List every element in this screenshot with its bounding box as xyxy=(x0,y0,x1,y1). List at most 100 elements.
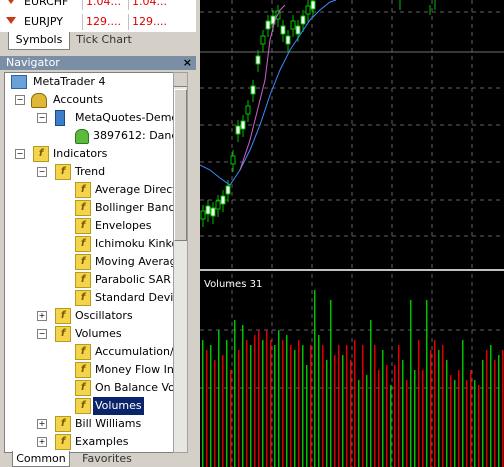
tree-node-label: Indicators xyxy=(53,147,108,160)
volume-bar xyxy=(334,355,336,467)
market-watch-row[interactable]: EURCHF 1.04... 1.04... xyxy=(0,0,196,10)
volume-bar xyxy=(254,335,256,467)
ask-price: 1.04... xyxy=(132,0,167,8)
market-watch-tabs: Symbols Tick Chart xyxy=(0,32,196,51)
scroll-thumb[interactable] xyxy=(174,89,187,241)
volume-bar xyxy=(386,365,388,467)
market-watch-row[interactable]: EURJPY 129.... 129.... xyxy=(0,14,196,30)
price-down-icon xyxy=(6,0,16,4)
candle xyxy=(305,5,311,15)
candle xyxy=(255,55,261,65)
tree-node-label: Oscillators xyxy=(75,309,133,322)
indicator-folder-icon: f xyxy=(55,308,71,324)
indicator-folder-icon: f xyxy=(55,416,71,432)
candles xyxy=(200,0,436,227)
volume-bar xyxy=(274,345,276,467)
volume-bar xyxy=(430,350,432,467)
expand-icon[interactable]: + xyxy=(37,419,47,429)
column-divider xyxy=(82,14,83,30)
tree-node-label: Average Directi xyxy=(95,183,175,196)
volume-bar xyxy=(490,345,492,467)
volume-bar xyxy=(390,385,392,467)
volume-bar xyxy=(434,340,436,467)
tree-node-label: Bill Williams xyxy=(75,417,142,430)
tree-node-label: Volumes xyxy=(75,327,122,340)
volume-bar xyxy=(238,350,240,467)
navigator-tabs: Common Favorites xyxy=(4,451,194,467)
volume-bar xyxy=(226,340,228,467)
volume-bar xyxy=(358,380,360,467)
candle xyxy=(280,25,286,35)
candle xyxy=(295,25,301,35)
scroll-up-icon[interactable] xyxy=(174,73,187,87)
volume-bar xyxy=(362,345,364,467)
volume-bar xyxy=(478,385,480,467)
expand-icon[interactable]: + xyxy=(37,437,47,447)
tree-node-label: MetaQuotes-Demo xyxy=(75,111,175,124)
collapse-icon[interactable]: − xyxy=(37,113,47,123)
tree-node-label: On Balance Volu xyxy=(95,381,175,394)
volume-bar xyxy=(234,320,236,467)
collapse-icon[interactable]: − xyxy=(37,167,47,177)
volume-bar xyxy=(294,350,296,467)
volume-bar xyxy=(290,345,292,467)
candle xyxy=(225,185,231,195)
tab-favorites[interactable]: Favorites xyxy=(74,451,140,466)
tab-tick-chart[interactable]: Tick Chart xyxy=(72,32,136,49)
volume-bar xyxy=(494,360,496,467)
candle xyxy=(215,200,221,210)
candle xyxy=(220,195,226,205)
volume-bar xyxy=(214,360,216,467)
volume-bar xyxy=(446,360,448,467)
price-chart[interactable]: Volumes 31 xyxy=(200,0,504,467)
indicator-icon: f xyxy=(75,254,91,270)
volumes-label: Volumes 31 xyxy=(204,279,262,290)
collapse-icon[interactable]: − xyxy=(15,95,25,105)
tab-symbols[interactable]: Symbols xyxy=(8,32,70,50)
navigator-title: Navigator xyxy=(6,56,60,69)
volume-bar xyxy=(202,340,204,467)
volume-bar xyxy=(374,345,376,467)
tree-node-label: Volumes xyxy=(93,397,144,415)
candle xyxy=(230,155,236,165)
accounts-icon xyxy=(31,93,47,108)
indicator-icon: f xyxy=(75,344,91,360)
expand-icon[interactable]: + xyxy=(37,311,47,321)
indicator-icon: f xyxy=(75,290,91,306)
tree-node-label: Parabolic SAR xyxy=(95,273,171,286)
volume-bar xyxy=(342,355,344,467)
candle xyxy=(210,207,216,217)
volume-bar xyxy=(266,330,268,467)
indicator-icon: f xyxy=(75,398,91,414)
volume-bar xyxy=(298,340,300,467)
symbol: EURJPY xyxy=(24,15,63,28)
navigator-header: Navigator × xyxy=(0,56,196,70)
volume-bar xyxy=(418,340,420,467)
volume-bar xyxy=(486,350,488,467)
server-icon xyxy=(55,110,65,126)
indicator-folder-icon: f xyxy=(33,146,49,162)
bollinger-line xyxy=(239,4,286,171)
column-divider xyxy=(128,0,129,10)
tree-scrollbar[interactable] xyxy=(173,72,188,453)
volume-bar xyxy=(326,360,328,467)
column-divider xyxy=(82,0,83,10)
volume-bar xyxy=(258,330,260,467)
tree-node-label: MetaTrader 4 xyxy=(33,75,106,88)
tree-node-label: Accumulation/D xyxy=(95,345,175,358)
tab-common[interactable]: Common xyxy=(12,451,70,467)
user-icon xyxy=(75,129,89,144)
bid-price: 129.... xyxy=(86,15,121,28)
column-divider xyxy=(128,14,129,30)
collapse-icon[interactable]: − xyxy=(15,149,25,159)
indicator-icon: f xyxy=(75,218,91,234)
candle xyxy=(250,85,256,95)
left-panel: EURCHF 1.04... 1.04... EURJPY 129.... 12… xyxy=(0,0,196,467)
candle xyxy=(235,125,241,135)
collapse-icon[interactable]: − xyxy=(37,329,47,339)
volume-bar xyxy=(454,380,456,467)
symbol: EURCHF xyxy=(24,0,69,8)
candle xyxy=(265,20,271,30)
close-icon[interactable]: × xyxy=(183,56,192,70)
candle xyxy=(205,205,211,215)
